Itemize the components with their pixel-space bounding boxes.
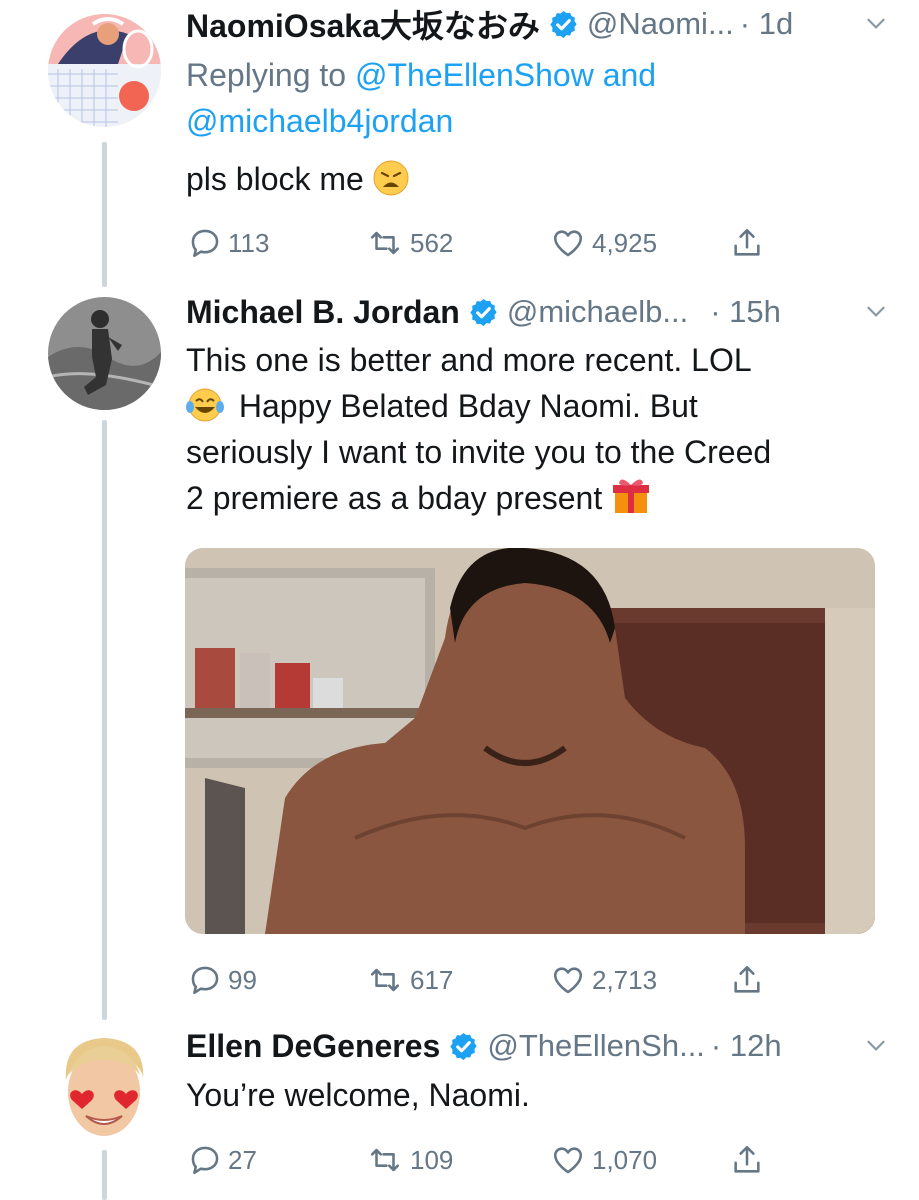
reply-icon <box>188 226 222 260</box>
replying-prefix: Replying to <box>186 57 347 93</box>
mention-and[interactable]: and <box>603 57 656 93</box>
avatar-ellen[interactable] <box>48 1030 161 1143</box>
author-name[interactable]: Michael B. Jordan <box>186 294 460 331</box>
tweet-text: pls block me <box>186 156 866 202</box>
tweet-actions: 27 109 1,070 <box>186 1140 786 1180</box>
avatar-naomi[interactable] <box>48 14 161 127</box>
reply-button[interactable]: 113 <box>188 223 269 263</box>
tweet-line: This one is better and more recent. LOL <box>186 342 752 378</box>
like-icon <box>550 226 586 260</box>
retweet-count: 109 <box>410 1144 454 1175</box>
chevron-down-icon[interactable] <box>863 1032 889 1058</box>
author-name[interactable]: Ellen DeGeneres <box>186 1028 440 1065</box>
verified-badge-icon <box>468 297 499 328</box>
retweet-button[interactable]: 617 <box>366 960 453 1000</box>
gift-emoji-icon <box>613 479 650 513</box>
reply-button[interactable]: 99 <box>188 960 257 1000</box>
mention-link[interactable]: @TheEllenShow <box>355 57 594 93</box>
tweet-header: Ellen DeGeneres @TheEllenSh... · 12h <box>186 1022 889 1070</box>
thread-line-1 <box>102 142 107 287</box>
author-handle[interactable]: @Naomi... <box>587 6 734 42</box>
tweet-time[interactable]: · 12h <box>711 1028 782 1064</box>
avatar-michael[interactable] <box>48 297 161 410</box>
replying-to: Replying to @TheEllenShow and @michaelb4… <box>186 52 866 144</box>
share-icon <box>730 1143 764 1177</box>
author-handle[interactable]: @TheEllenSh... <box>487 1028 705 1064</box>
tweet-header: NaomiOsaka大坂なおみ @Naomi... · 1d <box>186 0 889 48</box>
like-count: 2,713 <box>592 964 658 995</box>
weary-face-emoji-icon <box>373 160 409 196</box>
reply-count: 99 <box>228 964 257 995</box>
tweet-line-wrap: 2 premiere as a bday present <box>186 475 866 521</box>
chevron-down-icon[interactable] <box>863 10 889 36</box>
tweet-line: Happy Belated Bday Naomi. But <box>238 388 698 424</box>
share-icon <box>730 226 764 260</box>
like-icon <box>550 1143 586 1177</box>
author-handle[interactable]: @michaelb... <box>507 294 688 330</box>
author-name[interactable]: NaomiOsaka大坂なおみ <box>186 1 540 47</box>
tweet-actions: 113 562 4,925 <box>186 223 786 263</box>
laughing-tears-emoji-icon <box>186 388 224 422</box>
like-button[interactable]: 1,070 <box>550 1140 657 1180</box>
tweet-header: Michael B. Jordan @michaelb... · 15h <box>186 288 889 336</box>
mention-link[interactable]: @michaelb4jordan <box>186 103 453 139</box>
retweet-count: 617 <box>410 964 454 995</box>
retweet-button[interactable]: 562 <box>366 223 453 263</box>
tweet-line: seriously I want to invite you to the Cr… <box>186 434 772 470</box>
reply-count: 113 <box>228 227 270 258</box>
retweet-icon <box>366 1143 404 1177</box>
retweet-icon <box>366 963 404 997</box>
reply-icon <box>188 1143 222 1177</box>
tweet-body: You’re welcome, Naomi. <box>186 1077 530 1113</box>
tweet-text: You’re welcome, Naomi. <box>186 1072 866 1118</box>
tweet-photo[interactable] <box>185 548 875 934</box>
retweet-icon <box>366 226 404 260</box>
verified-badge-icon <box>448 1031 479 1062</box>
retweet-button[interactable]: 109 <box>366 1140 453 1180</box>
tweet-actions: 99 617 2,713 <box>186 960 786 1000</box>
verified-badge-icon <box>548 9 579 40</box>
reply-icon <box>188 963 222 997</box>
like-count: 1,070 <box>592 1144 658 1175</box>
tweet-line-wrap: Happy Belated Bday Naomi. But <box>186 383 866 429</box>
share-icon <box>730 963 764 997</box>
like-icon <box>550 963 586 997</box>
tweet-time[interactable]: · 1d <box>740 6 793 42</box>
tweet-text: This one is better and more recent. LOL … <box>186 337 866 521</box>
tweet-time[interactable]: · 15h <box>710 294 781 330</box>
tweet-line: 2 premiere as a bday present <box>186 480 603 516</box>
share-button[interactable] <box>730 223 770 263</box>
like-button[interactable]: 4,925 <box>550 223 657 263</box>
tweet-body: pls block me <box>186 161 364 197</box>
thread-line-2 <box>102 420 107 1020</box>
like-count: 4,925 <box>592 227 658 258</box>
share-button[interactable] <box>730 960 770 1000</box>
thread-line-3 <box>102 1150 107 1200</box>
reply-count: 27 <box>228 1144 257 1175</box>
like-button[interactable]: 2,713 <box>550 960 657 1000</box>
retweet-count: 562 <box>410 227 454 258</box>
reply-button[interactable]: 27 <box>188 1140 257 1180</box>
share-button[interactable] <box>730 1140 770 1180</box>
chevron-down-icon[interactable] <box>863 298 889 324</box>
